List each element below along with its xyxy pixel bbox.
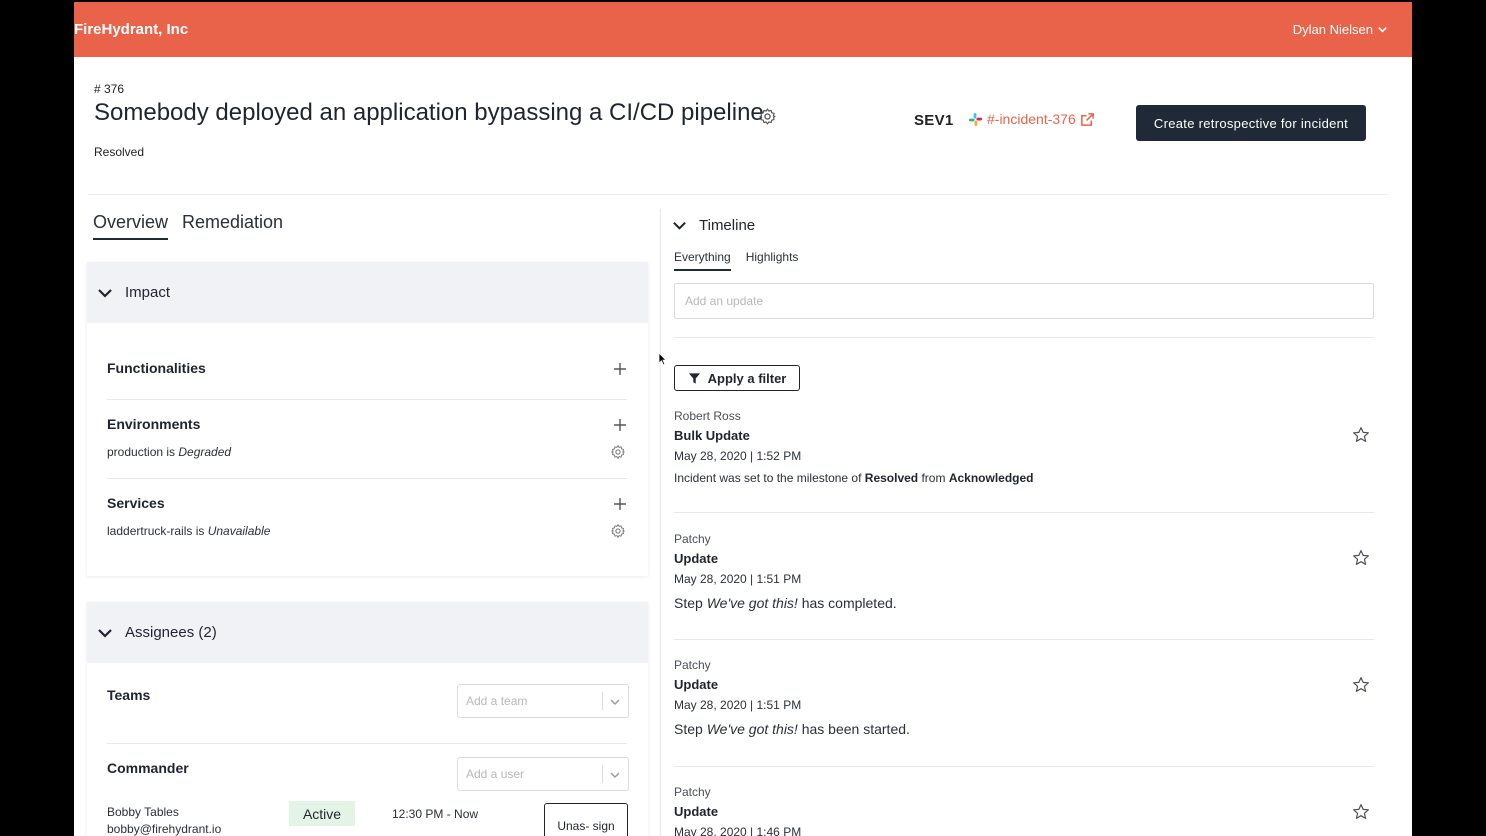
external-link-icon [1080,112,1094,126]
commander-select-placeholder: Add a user [466,767,525,781]
divider [107,399,627,400]
entry-title: Update [674,677,719,692]
create-retrospective-button[interactable]: Create retrospective for incident [1136,105,1366,141]
divider [674,337,1374,338]
brand-name[interactable]: FireHydrant, Inc [74,21,188,38]
divider [674,512,1374,513]
commander-info: Bobby Tables bobby@firehydrant.io [107,805,221,836]
timeline-tabs: Everything Highlights [674,250,798,271]
timeline-entry: Robert Ross Bulk Update May 28, 2020 | 1… [674,409,1374,485]
incident-number: # 376 [94,82,125,96]
entry-title: Update [674,804,719,819]
assignment-time: 12:30 PM - Now [392,807,479,821]
gear-icon[interactable] [610,444,626,460]
slack-channel-link[interactable]: #-incident-376 [968,111,1095,127]
severity-label: SEV1 [914,112,954,129]
divider [107,478,627,479]
star-icon[interactable] [1352,676,1370,694]
star-icon[interactable] [1352,426,1370,444]
apply-filter-button[interactable]: Apply a filter [674,365,800,391]
chevron-down-icon [673,221,686,230]
entry-date: May 28, 2020 | 1:52 PM [674,449,802,463]
entry-date: May 28, 2020 | 1:51 PM [674,572,802,586]
add-functionality-icon[interactable] [613,362,627,376]
header-divider [88,194,1388,195]
incident-title: Somebody deployed an application bypassi… [94,99,764,126]
impact-card: Impact Functionalities Environments prod… [87,262,648,576]
divider [107,743,627,744]
mouse-cursor-icon [658,352,667,366]
assignees-heading: Assignees (2) [125,624,217,641]
timeline-entry: Patchy Update May 28, 2020 | 1:46 PM [674,785,1374,836]
team-select-placeholder: Add a team [466,694,528,708]
chevron-down-icon [98,628,112,638]
assignees-card: Assignees (2) Teams Add a team Commander… [87,602,648,836]
incident-status: Resolved [94,145,145,159]
services-section: Services laddertruck-rails is Unavailabl… [107,495,627,538]
chevron-down-icon [610,772,620,778]
channel-name: #-incident-376 [987,111,1076,127]
chevron-down-icon [98,288,112,298]
add-service-icon[interactable] [613,497,627,511]
divider [674,766,1374,767]
top-navbar: FireHydrant, Inc Dylan Nielsen [74,2,1412,57]
apply-filter-label: Apply a filter [707,370,787,386]
services-label: Services [107,495,165,511]
timeline-header[interactable]: Timeline [672,217,755,234]
tab-everything[interactable]: Everything [674,250,731,271]
unassign-button[interactable]: Unas- sign [544,803,628,836]
timeline-entry: Patchy Update May 28, 2020 | 1:51 PM Ste… [674,532,1374,611]
entry-title: Bulk Update [674,428,750,443]
tab-remediation[interactable]: Remediation [182,212,283,240]
divider [674,639,1374,640]
entry-body: Incident was set to the milestone of Res… [674,471,1034,485]
impact-header[interactable]: Impact [87,262,648,323]
user-name: Dylan Nielsen [1292,22,1373,37]
commander-select[interactable]: Add a user [457,757,629,791]
entry-body: Step We've got this! has completed. [674,595,897,611]
add-environment-icon[interactable] [613,418,627,432]
entry-author: Patchy [674,658,711,672]
gear-icon[interactable] [758,107,777,126]
chevron-down-icon [1378,27,1387,33]
commander-label: Commander [107,760,189,776]
status-badge: Active [289,801,355,826]
incident-page: FireHydrant, Inc Dylan Nielsen # 376 Som… [74,2,1412,836]
entry-date: May 28, 2020 | 1:46 PM [674,825,802,836]
entry-author: Robert Ross [674,409,741,423]
entry-title: Update [674,551,719,566]
functionalities-section: Functionalities [107,360,627,376]
star-icon[interactable] [1352,549,1370,567]
functionalities-label: Functionalities [107,360,206,376]
environments-section: Environments production is Degraded [107,416,627,459]
timeline-heading: Timeline [699,217,756,234]
tab-highlights[interactable]: Highlights [746,250,799,271]
tab-overview[interactable]: Overview [93,212,169,240]
slack-icon [968,112,983,126]
chevron-down-icon [610,699,620,705]
column-divider [660,209,661,836]
timeline-entry: Patchy Update May 28, 2020 | 1:51 PM Ste… [674,658,1374,737]
add-update-input[interactable] [674,283,1374,319]
entry-author: Patchy [674,785,711,799]
teams-label: Teams [107,687,151,703]
star-icon[interactable] [1352,803,1370,821]
commander-name: Bobby Tables [107,805,179,819]
assignees-header[interactable]: Assignees (2) [87,602,648,663]
environment-item: production is Degraded [107,445,232,459]
environments-label: Environments [107,416,201,432]
user-menu[interactable]: Dylan Nielsen [1293,22,1388,37]
entry-author: Patchy [674,532,711,546]
gear-icon[interactable] [610,523,626,539]
entry-body: Step We've got this! has been started. [674,721,910,737]
entry-date: May 28, 2020 | 1:51 PM [674,698,802,712]
incident-tabs: Overview Remediation [93,212,283,240]
filter-icon [688,372,700,384]
service-item: laddertruck-rails is Unavailable [107,524,271,538]
impact-heading: Impact [125,284,171,301]
commander-email: bobby@firehydrant.io [107,822,222,836]
team-select[interactable]: Add a team [457,684,629,718]
